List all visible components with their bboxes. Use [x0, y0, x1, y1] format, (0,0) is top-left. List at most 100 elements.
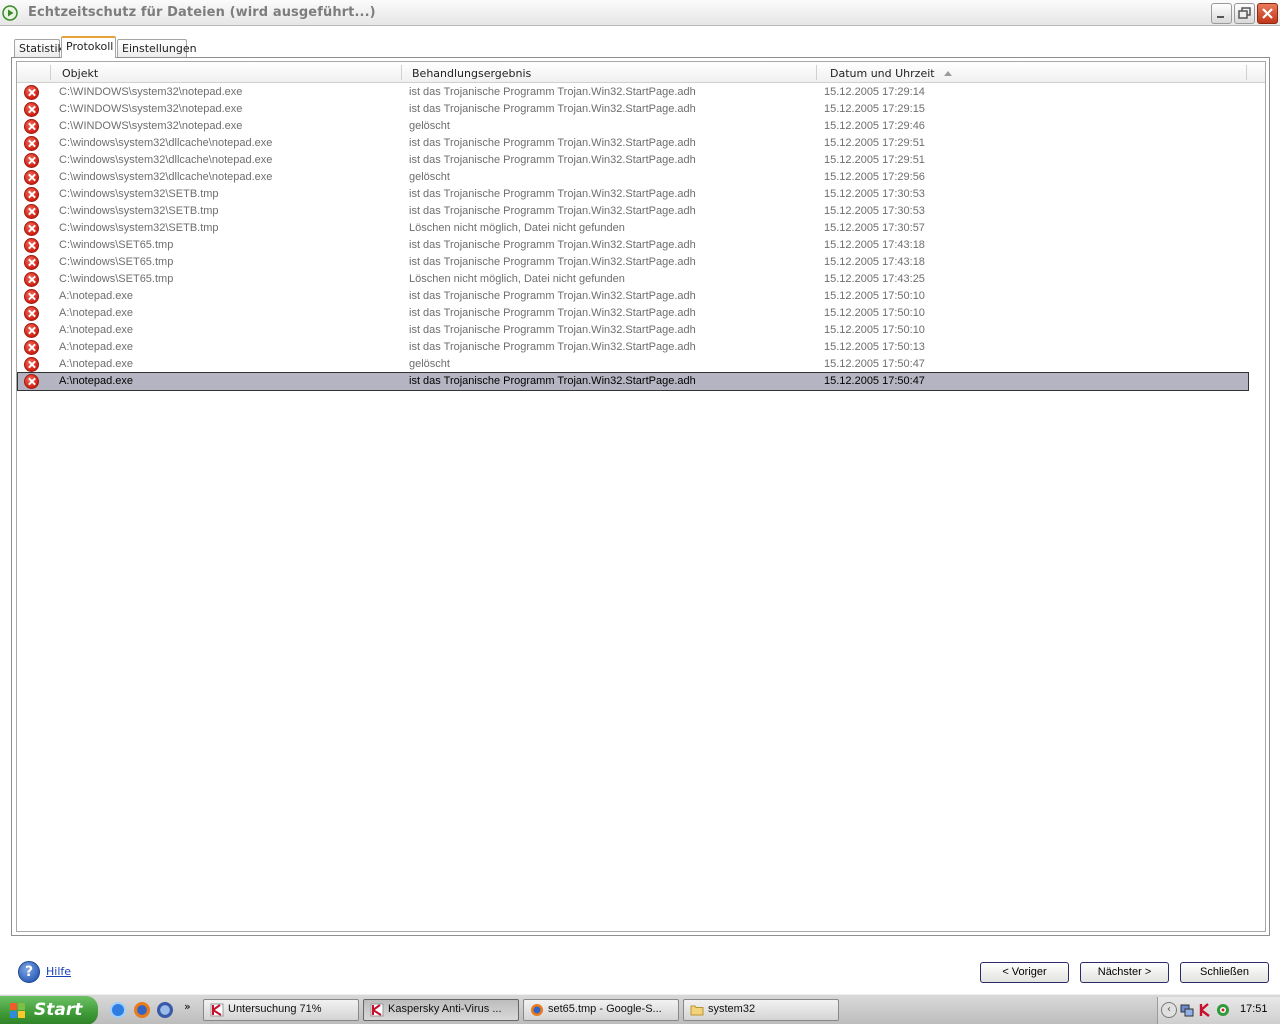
cell-datum: 15.12.2005 17:50:47	[824, 375, 925, 387]
cell-objekt: A:\notepad.exe	[59, 358, 134, 370]
column-separator[interactable]	[401, 65, 402, 80]
table-row[interactable]: A:\notepad.exe ist das Trojanische Progra…	[17, 372, 1249, 391]
firefox-icon[interactable]	[134, 1002, 150, 1018]
table-row[interactable]: C:\WINDOWS\system32\notepad.exe ist das T…	[18, 84, 1248, 101]
table-row[interactable]: C:\windows\system32\dllcache\notepad.exe…	[18, 152, 1248, 169]
table-row[interactable]: A:\notepad.exe ist das Trojanische Progra…	[18, 288, 1248, 305]
close-dialog-button[interactable]: Schließen	[1180, 962, 1269, 983]
table-row[interactable]: A:\notepad.exe gelöscht 15.12.2005 17:50:4…	[18, 356, 1248, 373]
cell-objekt: C:\windows\SET65.tmp	[59, 239, 174, 251]
taskbar-item-untersuchung[interactable]: Untersuchung 71%	[203, 999, 359, 1021]
network-icon[interactable]	[1180, 1003, 1194, 1017]
taskbar-item-firefox[interactable]: set65.tmp - Google-S...	[523, 999, 679, 1021]
cell-behandlungsergebnis: ist das Trojanische Programm Trojan.Win3…	[409, 137, 696, 149]
help-link[interactable]: Hilfe	[46, 965, 71, 978]
table-row[interactable]: C:\windows\SET65.tmp Löschen nicht möglic…	[18, 271, 1248, 288]
table-row[interactable]: C:\windows\system32\dllcache\notepad.exe…	[18, 169, 1248, 186]
next-button[interactable]: Nächster >	[1080, 962, 1169, 983]
cell-behandlungsergebnis: ist das Trojanische Programm Trojan.Win3…	[409, 188, 696, 200]
internet-explorer-icon[interactable]	[110, 1002, 126, 1018]
tray-expand-button[interactable]: ‹	[1161, 1002, 1177, 1018]
cell-behandlungsergebnis: gelöscht	[409, 358, 450, 370]
table-row[interactable]: C:\WINDOWS\system32\notepad.exe ist das T…	[18, 101, 1248, 118]
cell-behandlungsergebnis: ist das Trojanische Programm Trojan.Win3…	[409, 256, 696, 268]
minimize-button[interactable]	[1211, 3, 1232, 24]
tab-einstellungen[interactable]: Einstellungen	[117, 39, 197, 57]
cell-behandlungsergebnis: ist das Trojanische Programm Trojan.Win3…	[409, 205, 696, 217]
column-header-objekt[interactable]: Objekt	[62, 62, 98, 83]
tab-protokoll[interactable]: Protokoll	[61, 36, 116, 58]
error-x-icon	[24, 102, 39, 117]
taskbar-item-system32[interactable]: system32	[683, 999, 839, 1021]
cell-objekt: C:\windows\system32\SETB.tmp	[59, 188, 219, 200]
cell-datum: 15.12.2005 17:29:15	[824, 103, 925, 115]
error-x-icon	[24, 289, 39, 304]
error-x-icon	[24, 85, 39, 100]
close-button[interactable]	[1257, 3, 1278, 24]
thunderbird-icon[interactable]	[157, 1002, 173, 1018]
column-header-behandlungsergebnis[interactable]: Behandlungsergebnis	[412, 62, 531, 83]
cell-objekt: A:\notepad.exe	[59, 341, 134, 353]
table-row[interactable]: C:\WINDOWS\system32\notepad.exe gelöscht 1…	[18, 118, 1248, 135]
quicklaunch-more-button[interactable]: »	[184, 1000, 191, 1013]
table-row[interactable]: C:\windows\system32\SETB.tmp ist das Troj…	[18, 186, 1248, 203]
error-x-icon	[24, 374, 39, 389]
table-row[interactable]: C:\windows\system32\dllcache\notepad.exe…	[18, 135, 1248, 152]
cell-datum: 15.12.2005 17:29:56	[824, 171, 925, 183]
error-x-icon	[24, 238, 39, 253]
cell-objekt: A:\notepad.exe	[59, 324, 134, 336]
cell-objekt: C:\WINDOWS\system32\notepad.exe	[59, 120, 243, 132]
table-row[interactable]: C:\windows\system32\SETB.tmp ist das Troj…	[18, 203, 1248, 220]
previous-button[interactable]: < Vorig‌er	[980, 962, 1069, 983]
start-button[interactable]: Start	[0, 996, 98, 1024]
firefox-icon	[531, 1004, 543, 1016]
table-row[interactable]: C:\windows\SET65.tmp ist das Trojanische …	[18, 237, 1248, 254]
cell-objekt: A:\notepad.exe	[59, 307, 134, 319]
cell-objekt: C:\WINDOWS\system32\notepad.exe	[59, 103, 243, 115]
security-center-icon[interactable]	[1216, 1003, 1230, 1017]
column-header-datum[interactable]: Datum und Uhrzeit	[830, 62, 952, 83]
cell-datum: 15.12.2005 17:30:53	[824, 188, 925, 200]
tab-panel: Objekt Behandlungsergebnis Datum und Uhr…	[11, 57, 1270, 936]
cell-datum: 15.12.2005 17:50:10	[824, 324, 925, 336]
folder-icon	[690, 1005, 704, 1016]
table-row[interactable]: A:\notepad.exe ist das Trojanische Progra…	[18, 305, 1248, 322]
cell-behandlungsergebnis: ist das Trojanische Programm Trojan.Win3…	[409, 290, 696, 302]
column-separator[interactable]	[816, 65, 817, 80]
cell-datum: 15.12.2005 17:50:47	[824, 358, 925, 370]
taskbar-item-kaspersky[interactable]: Kaspersky Anti-Virus ...	[363, 999, 519, 1021]
table-row[interactable]: A:\notepad.exe ist das Trojanische Progra…	[18, 322, 1248, 339]
error-x-icon	[24, 340, 39, 355]
error-x-icon	[24, 136, 39, 151]
cell-objekt: A:\notepad.exe	[59, 375, 134, 387]
taskbar-item-label: system32	[708, 1003, 756, 1015]
window-title: Echtzeitschutz für Dateien (wird ausgefü…	[28, 5, 376, 20]
cell-datum: 15.12.2005 17:29:46	[824, 120, 925, 132]
cell-behandlungsergebnis: Löschen nicht möglich, Datei nicht gefun…	[409, 222, 625, 234]
table-row[interactable]: A:\notepad.exe ist das Trojanische Progra…	[18, 339, 1248, 356]
cell-behandlungsergebnis: ist das Trojanische Programm Trojan.Win3…	[409, 154, 696, 166]
column-separator	[50, 65, 51, 80]
cell-objekt: C:\windows\system32\dllcache\notepad.exe	[59, 171, 273, 183]
cell-objekt: C:\windows\system32\dllcache\notepad.exe	[59, 137, 273, 149]
table-row[interactable]: C:\windows\system32\SETB.tmp Löschen nich…	[18, 220, 1248, 237]
column-separator[interactable]	[1246, 65, 1247, 80]
taskbar-item-label: Untersuchung 71%	[228, 1003, 322, 1015]
cell-behandlungsergebnis: ist das Trojanische Programm Trojan.Win3…	[409, 324, 696, 336]
error-x-icon	[24, 170, 39, 185]
cell-objekt: C:\windows\system32\SETB.tmp	[59, 222, 219, 234]
help-icon[interactable]: ?	[18, 961, 40, 983]
cell-datum: 15.12.2005 17:29:51	[824, 154, 925, 166]
kaspersky-tray-icon[interactable]	[1198, 1003, 1212, 1017]
column-header-datum-label: Datum und Uhrzeit	[830, 67, 935, 80]
table-row[interactable]: C:\windows\SET65.tmp ist das Trojanische …	[18, 254, 1248, 271]
restore-button[interactable]	[1234, 3, 1255, 24]
cell-behandlungsergebnis: Löschen nicht möglich, Datei nicht gefun…	[409, 273, 625, 285]
protocol-list[interactable]: Objekt Behandlungsergebnis Datum und Uhr…	[16, 61, 1266, 932]
list-rows: C:\WINDOWS\system32\notepad.exe ist das T…	[17, 84, 1265, 391]
error-x-icon	[24, 255, 39, 270]
cell-objekt: C:\windows\SET65.tmp	[59, 256, 174, 268]
cell-behandlungsergebnis: gelöscht	[409, 171, 450, 183]
tab-statistik[interactable]: Statistik	[14, 39, 64, 57]
system-tray: ‹ 17:51	[1157, 997, 1280, 1024]
